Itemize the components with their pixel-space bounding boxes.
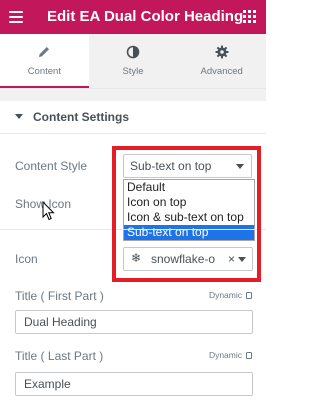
title-first-label: Title ( First Part ) [15, 289, 104, 303]
clear-icon[interactable]: × [228, 248, 235, 270]
icon-value: snowflake-o [151, 252, 216, 266]
content-style-select[interactable]: Sub-text on top [123, 154, 252, 178]
tab-style-label: Style [122, 66, 144, 77]
panel-title: Edit EA Dual Color Heading [47, 8, 244, 25]
title-last-input[interactable]: Example [15, 372, 253, 396]
section-title: Content Settings [33, 110, 129, 124]
title-last-value: Example [24, 377, 71, 391]
dropdown-option[interactable]: Default [124, 180, 254, 195]
chevron-down-icon [236, 164, 244, 169]
tab-content[interactable]: Content [0, 34, 89, 88]
section-content-settings[interactable]: Content Settings [0, 101, 266, 134]
content-style-label: Content Style [15, 159, 88, 173]
title-first-value: Dual Heading [24, 315, 97, 329]
divider [0, 229, 266, 230]
dynamic-label: Dynamic [208, 350, 242, 360]
caret-down-icon [15, 114, 23, 119]
dropdown-option[interactable]: Icon & sub-text on top [124, 210, 254, 225]
snowflake-icon: ❄ [131, 251, 142, 265]
database-icon [246, 352, 252, 359]
dynamic-tags-button[interactable]: Dynamic [209, 290, 252, 300]
icon-select[interactable]: ❄ snowflake-o × [123, 247, 253, 271]
tab-advanced-label: Advanced [200, 66, 243, 77]
tab-style[interactable]: Style [89, 34, 178, 88]
content-style-value: Sub-text on top [130, 159, 212, 173]
title-first-input[interactable]: Dual Heading [15, 310, 253, 334]
hamburger-icon[interactable] [9, 8, 23, 26]
editor-header: Edit EA Dual Color Heading [0, 0, 266, 34]
dynamic-label: Dynamic [208, 290, 242, 300]
chevron-down-icon [238, 257, 246, 262]
dynamic-tags-button[interactable]: Dynamic [209, 350, 252, 360]
contrast-icon [126, 45, 140, 59]
tab-content-label: Content [27, 66, 61, 77]
dropdown-option[interactable]: Icon on top [124, 195, 254, 210]
grid-icon[interactable] [243, 10, 256, 23]
gear-icon [215, 45, 229, 59]
tab-advanced[interactable]: Advanced [177, 34, 266, 88]
title-last-label: Title ( Last Part ) [15, 349, 104, 363]
panel-spacer [0, 89, 266, 101]
database-icon [246, 292, 252, 299]
panel-tabs: Content Style Advanced [0, 34, 266, 89]
dropdown-option-selected[interactable]: Sub-text on top [124, 225, 254, 240]
icon-label: Icon [15, 252, 38, 266]
mouse-cursor-icon [42, 201, 55, 221]
content-style-dropdown: Default Icon on top Icon & sub-text on t… [123, 179, 255, 241]
pencil-icon [39, 47, 50, 57]
